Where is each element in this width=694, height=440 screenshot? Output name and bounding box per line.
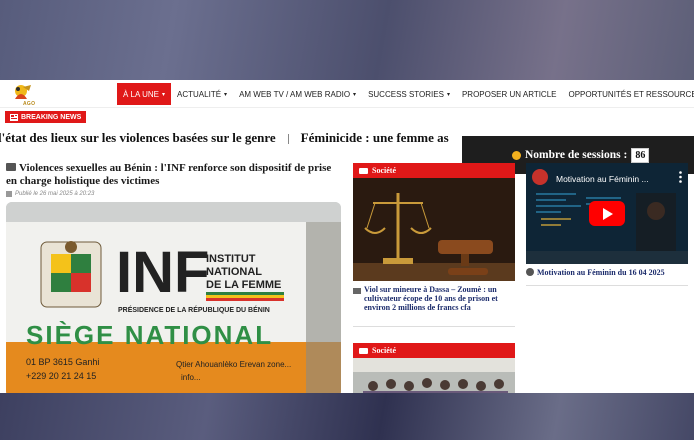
article-link-viol[interactable]: Viol sur mineure à Dassa – Zoumè : un cu… [353, 285, 515, 312]
category-label[interactable]: Société [372, 166, 396, 175]
menu-item-success-stories[interactable]: SUCCESS STORIES ▾ [362, 83, 456, 105]
ticker-item[interactable]: l'état des lieux sur les violences basée… [0, 127, 276, 149]
sign-siege: SIÈGE NATIONAL [26, 320, 273, 350]
web-page: AGO COURE À LA UNE ▾ ACTUALITÉ ▾ AM WEB … [0, 80, 694, 393]
article-meta: Publié le 26 mai 2025 à 20:23 [6, 191, 342, 197]
video-caption-text[interactable]: Motivation au Féminin du 16 04 2025 [537, 268, 665, 277]
sign-bp: 01 BP 3615 Ganhi [26, 357, 99, 367]
background-blur-top [0, 0, 694, 80]
site-logo[interactable]: AGO COURE [9, 83, 47, 113]
article-image-gavel[interactable] [353, 178, 515, 281]
menu-item-web-tv[interactable]: AM WEB TV / AM WEB RADIO ▾ [233, 83, 362, 105]
article-icon [6, 163, 16, 171]
article-image-group[interactable] [353, 358, 515, 393]
chevron-down-icon: ▾ [353, 91, 357, 98]
sign-address: Qtier Ahouanlèko Erevan zone... [176, 360, 291, 369]
menu-item-opportunites[interactable]: OPPORTUNITÉS ET RESSOURCES ▾ [563, 83, 694, 105]
menu-label: ACTUALITÉ [177, 89, 222, 99]
video-link[interactable]: Motivation au Féminin du 16 04 2025 [526, 268, 688, 277]
menu-label: OPPORTUNITÉS ET RESSOURCES [568, 89, 694, 99]
newspaper-icon [10, 113, 18, 121]
featured-article-title[interactable]: Violences sexuelles au Bénin : l'INF ren… [6, 162, 342, 188]
calendar-icon [6, 191, 12, 197]
sign-info: info... [181, 373, 201, 382]
folder-icon [359, 347, 368, 354]
featured-article: Violences sexuelles au Bénin : l'INF ren… [6, 162, 342, 197]
publish-date: Publié le 26 mai 2025 à 20:23 [15, 191, 95, 197]
main-menu: À LA UNE ▾ ACTUALITÉ ▾ AM WEB TV / AM WE… [117, 83, 694, 105]
breaking-news-label: BREAKING NEWS [21, 113, 82, 121]
chevron-down-icon: ▾ [224, 91, 228, 98]
breaking-news-badge: BREAKING NEWS [5, 111, 87, 123]
featured-article-image[interactable]: INF INSTITUT NATIONAL DE LA FEMME PRÉSID… [6, 202, 341, 393]
chevron-down-icon: ▾ [162, 91, 166, 98]
menu-label: AM WEB TV / AM WEB RADIO [239, 89, 351, 99]
sign-presidence: PRÉSIDENCE DE LA RÉPUBLIQUE DU BÉNIN [118, 305, 270, 314]
article-icon [353, 288, 361, 294]
sign-tel: +229 20 21 24 15 [26, 371, 96, 381]
category-bar[interactable]: Société [353, 163, 515, 178]
chevron-down-icon: ▾ [446, 91, 450, 98]
category-label[interactable]: Société [372, 346, 396, 355]
channel-avatar[interactable] [532, 169, 548, 185]
sessions-count: 86 [631, 147, 650, 163]
video-icon [526, 268, 534, 276]
category-bar[interactable]: Société [353, 343, 515, 358]
article-title-viol[interactable]: Viol sur mineure à Dassa – Zoumè : un cu… [364, 285, 515, 312]
menu-label: À LA UNE [123, 89, 160, 99]
breaking-news-bar: BREAKING NEWS l'état des lieux sur les v… [0, 107, 694, 174]
divider [526, 285, 688, 286]
divider [353, 326, 515, 327]
ticker-item[interactable]: Féminicide : une femme as [301, 127, 449, 149]
news-ticker[interactable]: l'état des lieux sur les violences basée… [0, 127, 462, 149]
ticker-separator [287, 134, 289, 145]
sign-line3: DE LA FEMME [206, 279, 281, 291]
sign-line2: NATIONAL [206, 266, 262, 278]
video-title[interactable]: Motivation au Féminin ... [556, 174, 649, 184]
menu-item-a-la-une[interactable]: À LA UNE ▾ [117, 83, 172, 105]
menu-item-actualite[interactable]: ACTUALITÉ ▾ [171, 83, 233, 105]
play-button-icon[interactable] [589, 201, 625, 226]
sign-line1: INSTITUT [206, 253, 256, 265]
background-blur-bottom [0, 393, 694, 440]
middle-column: Société Viol sur mineure à Dassa – Zoumè… [353, 163, 515, 393]
more-options-icon[interactable] [679, 171, 682, 183]
video-player[interactable]: Motivation au Féminin ... [526, 163, 688, 264]
menu-item-proposer-article[interactable]: PROPOSER UN ARTICLE [456, 83, 563, 105]
right-column: Motivation au Féminin ... Motivation au … [526, 163, 688, 286]
sessions-label: Nombre de sessions : [525, 149, 628, 161]
featured-article-title-text[interactable]: Violences sexuelles au Bénin : l'INF ren… [6, 162, 331, 187]
menu-label: SUCCESS STORIES [368, 89, 444, 99]
sign-inf-text: INF [116, 240, 209, 305]
top-navigation: AGO COURE À LA UNE ▾ ACTUALITÉ ▾ AM WEB … [0, 80, 694, 113]
folder-icon [359, 167, 368, 174]
user-icon [512, 150, 521, 160]
menu-label: PROPOSER UN ARTICLE [461, 89, 557, 99]
